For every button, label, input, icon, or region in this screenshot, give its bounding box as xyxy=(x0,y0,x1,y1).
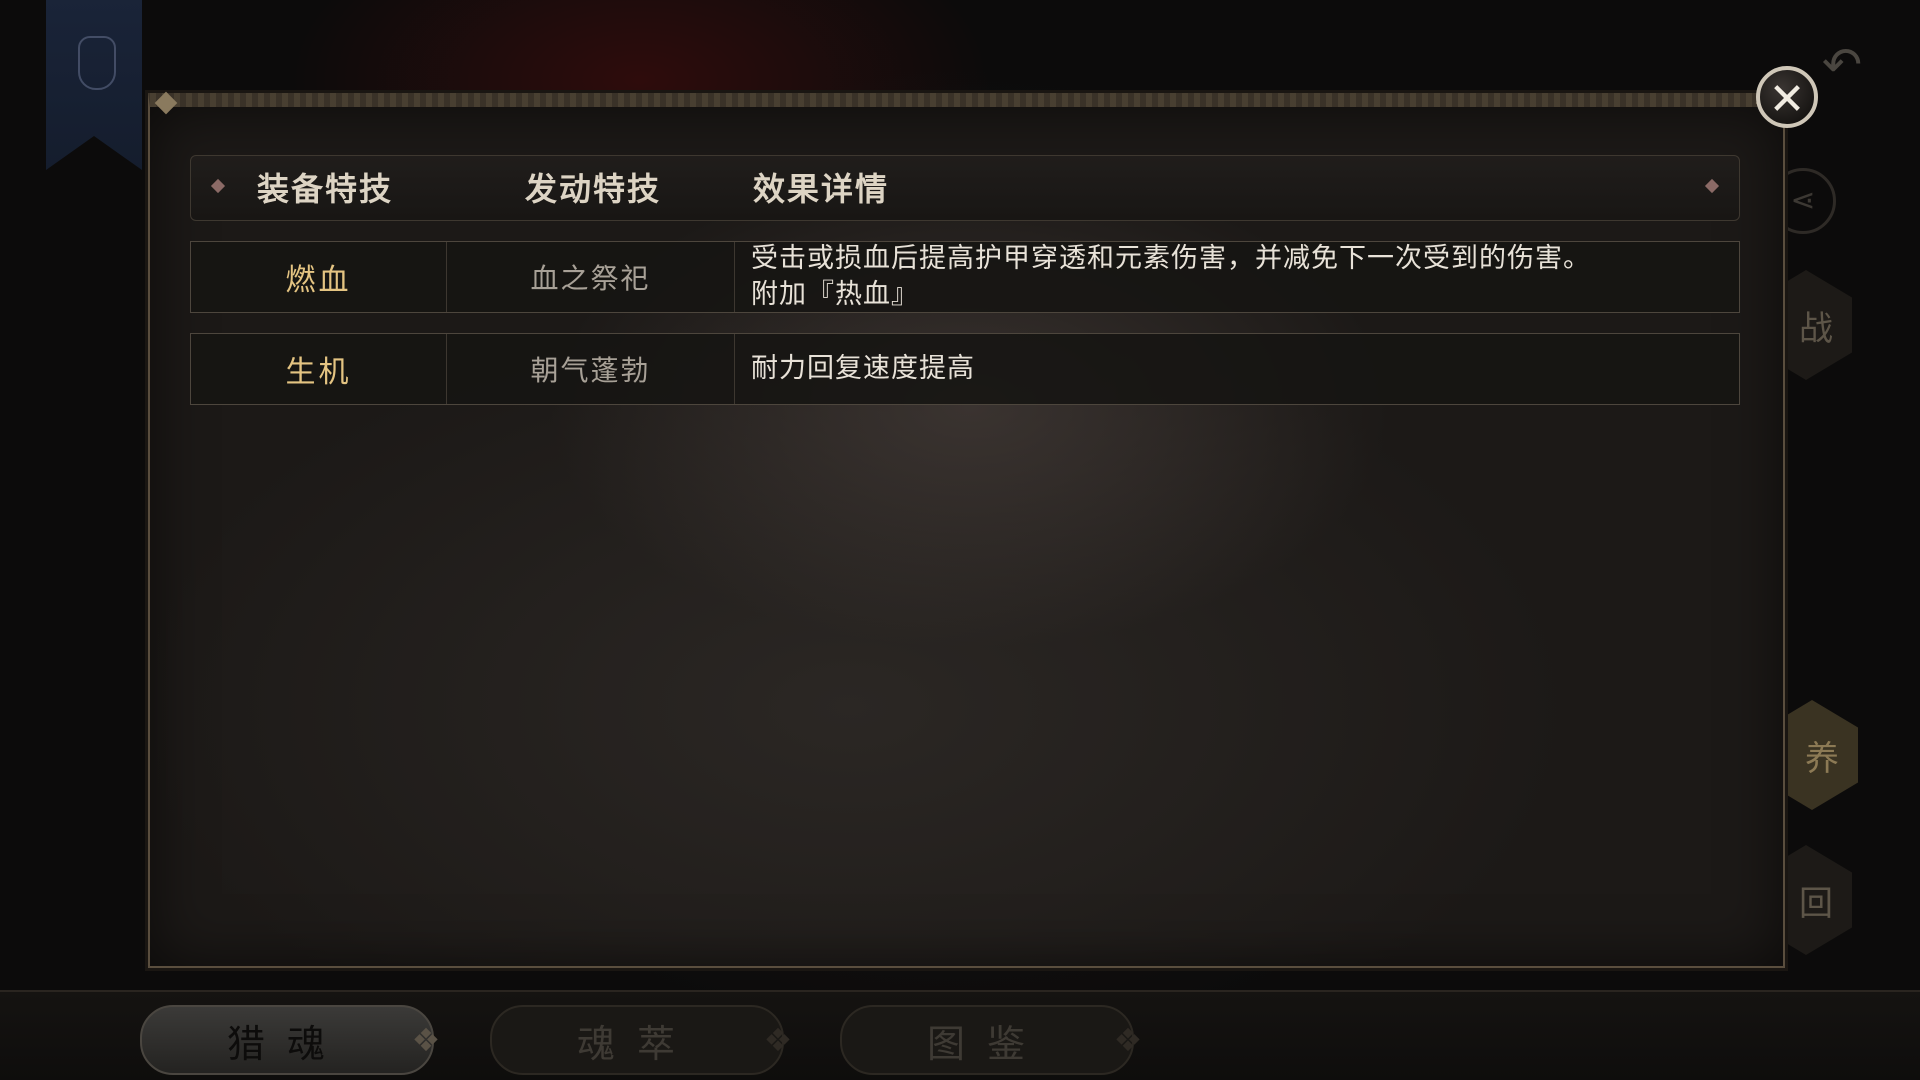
tab-soul-extract[interactable]: 魂萃 xyxy=(490,1005,784,1075)
side-button-battle-label: 战 xyxy=(1799,308,1833,349)
trigger-name: 朝气蓬勃 xyxy=(530,354,651,387)
trigger-cell: 朝气蓬勃 xyxy=(447,334,735,404)
dialog-top-trim xyxy=(150,93,1783,107)
trigger-name: 血之祭祀 xyxy=(530,262,651,295)
trait-name: 生机 xyxy=(285,355,352,390)
tab-ornament-icon: ❖ xyxy=(411,1021,441,1059)
tab-codex-label: 图鉴 xyxy=(926,1021,1047,1066)
trait-cell: 生机 xyxy=(191,334,447,404)
effect-text-line: 受击或损血后提高护甲穿透和元素伤害，并减免下一次受到的伤害。 xyxy=(751,243,1591,274)
tab-ornament-icon: ❖ xyxy=(1113,1021,1143,1059)
game-screen: ↶ ⋖ 战 养 回 猎魂 ❖ 魂萃 ❖ 图鉴 ❖ 装备特技 发动特技 效果详情 … xyxy=(0,0,1920,1080)
tab-hunt-soul[interactable]: 猎魂 xyxy=(140,1005,434,1075)
close-icon: ✕ xyxy=(1768,74,1806,125)
side-button-cultivate-label: 养 xyxy=(1805,738,1839,779)
close-button[interactable]: ✕ xyxy=(1756,66,1818,128)
trigger-cell: 血之祭祀 xyxy=(447,242,735,312)
trait-detail-dialog: 装备特技 发动特技 效果详情 燃血 血之祭祀 受击或损血后提高护甲穿透和元素伤害… xyxy=(148,91,1785,968)
header-diamond-icon xyxy=(210,178,226,194)
header-diamond-icon xyxy=(1704,178,1720,194)
effect-text-line: 附加『热血』 xyxy=(751,279,919,310)
effect-cell: 耐力回复速度提高 xyxy=(735,334,1739,404)
side-button-return-label: 回 xyxy=(1799,883,1833,924)
header-effect: 效果详情 xyxy=(753,170,890,208)
table-row: 生机 朝气蓬勃 耐力回复速度提高 xyxy=(190,333,1740,405)
table-header: 装备特技 发动特技 效果详情 xyxy=(190,155,1740,221)
back-arrow-icon[interactable]: ↶ xyxy=(1812,40,1872,90)
table-row: 燃血 血之祭祀 受击或损血后提高护甲穿透和元素伤害，并减免下一次受到的伤害。 附… xyxy=(190,241,1740,313)
effect-text-line: 耐力回复速度提高 xyxy=(751,353,975,384)
tab-soul-extract-label: 魂萃 xyxy=(576,1021,697,1066)
effect-cell: 受击或损血后提高护甲穿透和元素伤害，并减免下一次受到的伤害。 附加『热血』 xyxy=(735,242,1739,312)
header-trigger: 发动特技 xyxy=(525,170,662,208)
trait-cell: 燃血 xyxy=(191,242,447,312)
banner-emblem-icon xyxy=(78,36,116,90)
header-trait: 装备特技 xyxy=(257,170,394,208)
tab-codex[interactable]: 图鉴 xyxy=(840,1005,1134,1075)
tab-ornament-icon: ❖ xyxy=(763,1021,793,1059)
tab-hunt-soul-label: 猎魂 xyxy=(226,1021,347,1066)
trait-name: 燃血 xyxy=(285,263,352,298)
